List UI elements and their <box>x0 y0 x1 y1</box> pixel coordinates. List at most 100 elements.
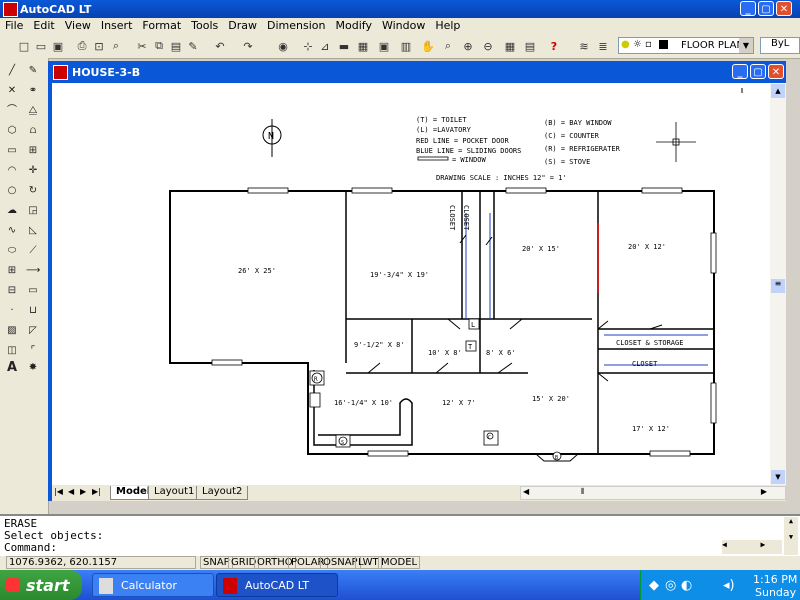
design-center-icon[interactable]: ▥ <box>398 38 414 54</box>
hatch-icon[interactable]: ▨ <box>5 324 19 338</box>
publish-icon[interactable]: ◉ <box>275 38 291 54</box>
model-toggle[interactable]: MODEL <box>378 556 421 569</box>
array-icon[interactable]: ⊞ <box>26 144 40 158</box>
save-icon[interactable]: ▣ <box>50 38 66 54</box>
properties-icon[interactable]: ▣ <box>376 38 392 54</box>
construction-line-icon[interactable]: ✕ <box>5 84 19 98</box>
menu-modify[interactable]: Modify <box>331 18 377 32</box>
tab-prev-icon[interactable]: ◀ <box>68 487 74 496</box>
volume-icon[interactable]: ◂) <box>723 578 735 593</box>
zoom-window-icon[interactable]: ⊕ <box>460 38 476 54</box>
clock-time[interactable]: 1:16 PM <box>753 573 797 586</box>
paste-icon[interactable]: ▤ <box>168 38 184 54</box>
copy-icon[interactable]: ⧉ <box>151 38 167 54</box>
mirror-icon[interactable]: ⧋ <box>26 104 40 118</box>
erase-icon[interactable]: ✎ <box>26 64 40 78</box>
maximize-button[interactable]: ▢ <box>758 1 774 16</box>
print-icon[interactable]: ⎙ <box>74 38 90 54</box>
trim-icon[interactable]: ⟋ <box>26 244 40 258</box>
scroll-left-icon[interactable]: ◀ <box>523 487 529 496</box>
copy-object-icon[interactable]: ⚭ <box>26 84 40 98</box>
drawing-canvas[interactable]: N (T) = TOILET (L) =LAVATORY RED LINE = … <box>52 83 770 485</box>
scroll-down-icon[interactable]: ▼ <box>771 470 785 484</box>
start-button[interactable]: start <box>0 570 82 600</box>
menu-dimension[interactable]: Dimension <box>262 18 330 32</box>
task-autocad[interactable]: AutoCAD LT <box>216 573 338 597</box>
tab-layout2[interactable]: Layout2 <box>196 486 249 500</box>
menu-insert[interactable]: Insert <box>96 18 138 32</box>
doc-minimize-button[interactable]: _ <box>732 64 748 79</box>
arc-icon[interactable]: ◠ <box>5 164 19 178</box>
menu-tools[interactable]: Tools <box>186 18 223 32</box>
chevron-down-icon[interactable]: ▼ <box>739 38 753 53</box>
tray-icon-1[interactable]: ◆ <box>649 578 659 593</box>
break-icon[interactable]: ▭ <box>26 284 40 298</box>
command-scroll[interactable]: ◀ ▶ <box>722 540 782 554</box>
insert-block-icon[interactable]: ⊞ <box>5 264 19 278</box>
tool-palette-icon[interactable]: ▦ <box>502 38 518 54</box>
calculator-icon[interactable]: ▤ <box>522 38 538 54</box>
doc-restore-button[interactable]: ▢ <box>750 64 766 79</box>
cut-icon[interactable]: ✂ <box>134 38 150 54</box>
command-vscroll[interactable]: ▲ ▼ <box>784 517 798 555</box>
rectangle-icon[interactable]: ▭ <box>5 144 19 158</box>
block-icon[interactable]: ▦ <box>355 38 371 54</box>
revcloud-icon[interactable]: ☁ <box>5 204 19 218</box>
move-icon[interactable]: ✛ <box>26 164 40 178</box>
region-icon[interactable]: ◫ <box>5 344 19 358</box>
doc-close-button[interactable]: ✕ <box>768 64 784 79</box>
zoom-previous-icon[interactable]: ⊖ <box>480 38 496 54</box>
layer-previous-icon[interactable]: ≣ <box>595 38 611 54</box>
make-block-icon[interactable]: ⊟ <box>5 284 19 298</box>
tab-last-icon[interactable]: ▶| <box>92 487 101 496</box>
menu-file[interactable]: File <box>0 18 28 32</box>
scroll-right-icon[interactable]: ▶ <box>761 487 767 496</box>
menu-draw[interactable]: Draw <box>223 18 262 32</box>
scale-icon[interactable]: ◲ <box>26 204 40 218</box>
horizontal-scrollbar[interactable]: ◀ ⦀ ▶ <box>520 486 786 500</box>
layer-dropdown[interactable]: ● ☼ ▫ FLOOR PLAN ▼ <box>618 37 754 54</box>
menu-format[interactable]: Format <box>137 18 186 32</box>
linetype-dropdown[interactable]: ByL <box>760 37 800 54</box>
help-icon[interactable]: ? <box>546 38 562 54</box>
find-icon[interactable]: ⌕ <box>108 38 124 54</box>
join-icon[interactable]: ⊔ <box>26 304 40 318</box>
zoom-realtime-icon[interactable]: ⌕ <box>440 38 456 54</box>
close-button[interactable]: ✕ <box>776 1 792 16</box>
point-icon[interactable]: · <box>5 304 19 318</box>
print-preview-icon[interactable]: ⊡ <box>91 38 107 54</box>
task-calculator[interactable]: Calculator <box>92 573 214 597</box>
circle-icon[interactable]: ○ <box>5 184 19 198</box>
vertical-scrollbar[interactable]: ▲ ≡ ▼ <box>770 83 786 485</box>
menu-help[interactable]: Help <box>430 18 465 32</box>
new-file-icon[interactable]: □ <box>16 38 32 54</box>
explode-icon[interactable]: ✸ <box>26 361 40 375</box>
ellipse-icon[interactable]: ⬭ <box>5 244 19 258</box>
extend-icon[interactable]: ⟶ <box>26 264 40 278</box>
tab-layout1[interactable]: Layout1 <box>148 486 201 500</box>
redo-icon[interactable]: ↷ <box>240 38 256 54</box>
minimize-button[interactable]: _ <box>740 1 756 16</box>
open-folder-icon[interactable]: ▭ <box>33 38 49 54</box>
line-icon[interactable]: ╱ <box>5 64 19 78</box>
pan-icon[interactable]: ✋ <box>420 38 436 54</box>
chamfer-icon[interactable]: ◸ <box>26 324 40 338</box>
tray-icon-2[interactable]: ◎ <box>665 578 676 593</box>
polygon-icon[interactable]: ⬡ <box>5 124 19 138</box>
offset-icon[interactable]: ⩍ <box>26 124 40 138</box>
scroll-thumb[interactable]: ≡ <box>771 279 785 293</box>
menu-view[interactable]: View <box>60 18 96 32</box>
tray-icon-3[interactable]: ◐ <box>681 578 692 593</box>
command-prompt[interactable]: Command: <box>4 541 57 554</box>
menu-window[interactable]: Window <box>377 18 430 32</box>
spline-icon[interactable]: ∿ <box>5 224 19 238</box>
match-properties-icon[interactable]: ✎ <box>185 38 201 54</box>
scroll-up-icon[interactable]: ▲ <box>771 84 785 98</box>
mtext-icon[interactable]: A <box>5 361 19 375</box>
undo-icon[interactable]: ↶ <box>212 38 228 54</box>
fillet-icon[interactable]: ⌜ <box>26 344 40 358</box>
stretch-icon[interactable]: ◺ <box>26 224 40 238</box>
tab-next-icon[interactable]: ▶ <box>80 487 86 496</box>
hscroll-thumb[interactable]: ⦀ <box>581 487 585 497</box>
snap-from-icon[interactable]: ⊹ <box>300 38 316 54</box>
